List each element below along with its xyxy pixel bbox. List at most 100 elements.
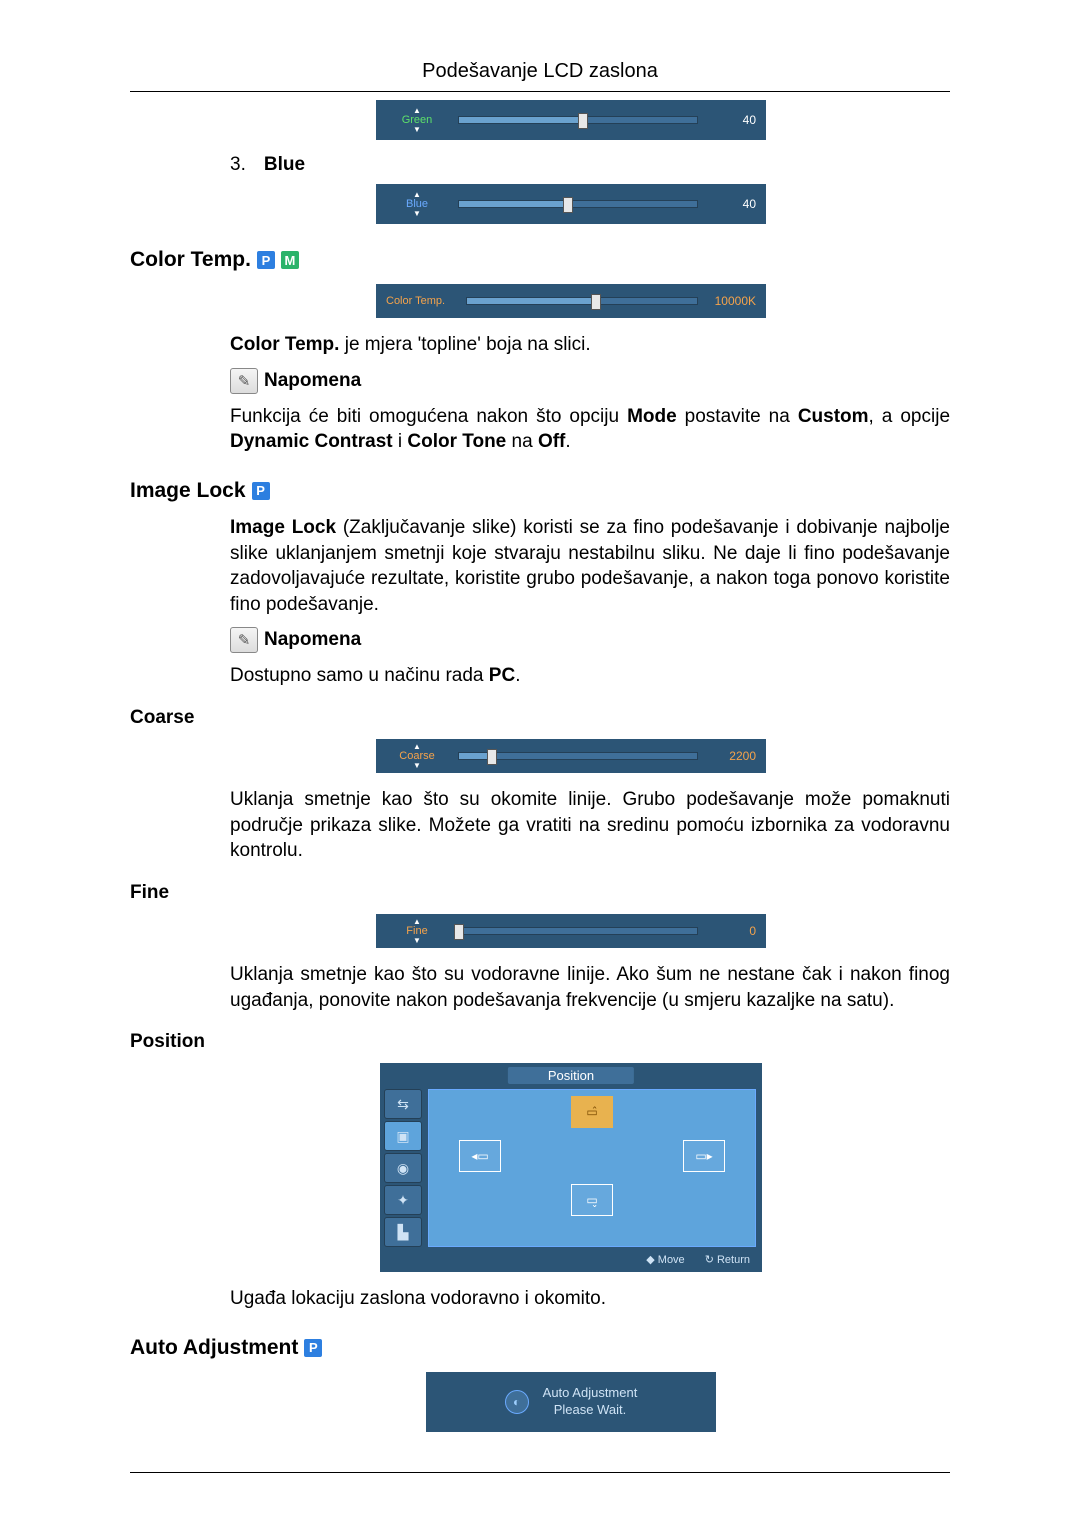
note-icon: ✎	[230, 368, 258, 394]
osd-auto-adjust-box: ◐ Auto Adjustment Please Wait.	[426, 1372, 716, 1432]
badge-m-icon: M	[281, 251, 299, 269]
osd-coarse-value: 2200	[708, 749, 756, 763]
osd-colortemp-fill	[467, 298, 596, 304]
osd-blue-fill	[459, 201, 568, 207]
chevron-down-icon: ▼	[413, 210, 421, 218]
osd-colortemp-track[interactable]	[466, 297, 698, 305]
osd-coarse-thumb[interactable]	[487, 749, 497, 765]
heading-color-temp-text: Color Temp.	[130, 248, 251, 272]
osd-tab-input-icon[interactable]: ⇆	[384, 1089, 422, 1119]
position-down-button[interactable]: ▭̬	[571, 1184, 613, 1216]
note-row-imagelock: ✎ Napomena	[230, 627, 950, 653]
il-note-b1: PC	[489, 665, 515, 686]
chevron-down-icon: ▼	[413, 762, 421, 770]
osd-coarse-track[interactable]	[458, 752, 698, 760]
osd-green-label-col: ▲ Green ▼	[386, 107, 448, 134]
coarse-desc: Uklanja smetnje kao što su okomite linij…	[230, 787, 950, 864]
ct-note-end: .	[565, 431, 570, 452]
osd-green-fill	[459, 117, 583, 123]
ct-note-m1: postavite na	[677, 406, 798, 427]
note-label: Napomena	[264, 629, 361, 651]
osd-blue-track[interactable]	[458, 200, 698, 208]
bottom-rule	[130, 1472, 950, 1473]
note-icon: ✎	[230, 627, 258, 653]
heading-image-lock-text: Image Lock	[130, 479, 246, 503]
osd-blue-label-col: ▲ Blue ▼	[386, 191, 448, 218]
badge-p-icon: P	[252, 482, 270, 500]
osd-side-tabs: ⇆ ▣ ◉ ✦ ▙	[380, 1087, 426, 1249]
position-left-button[interactable]: ◂▭	[459, 1140, 501, 1172]
color-temp-desc-rest: je mjera 'topline' boja na slici.	[339, 334, 590, 355]
osd-colortemp-slider: Color Temp. 10000K	[376, 284, 766, 318]
heading-auto-adjustment: Auto Adjustment P	[130, 1336, 950, 1360]
color-temp-note-text: Funkcija će biti omogućena nakon što opc…	[230, 404, 950, 455]
ct-note-b4: Color Tone	[407, 431, 506, 452]
image-lock-desc: Image Lock (Zaključavanje slike) koristi…	[230, 515, 950, 618]
osd-position-panel: Position ⇆ ▣ ◉ ✦ ▙ ▭̂ ◂▭ ▭▸ ▭̬ ◆ Move	[380, 1063, 762, 1272]
position-up-button[interactable]: ▭̂	[571, 1096, 613, 1128]
osd-green-value: 40	[708, 113, 756, 127]
position-desc: Ugađa lokaciju zaslona vodoravno i okomi…	[230, 1286, 950, 1312]
osd-position-title: Position	[508, 1067, 634, 1084]
osd-footer-return: ↻ Return	[705, 1253, 750, 1266]
page-title: Podešavanje LCD zaslona	[0, 60, 1080, 83]
osd-green-label: Green	[402, 115, 433, 126]
ct-note-a: Funkcija će biti omogućena nakon što opc…	[230, 406, 627, 427]
osd-tab-picture-icon[interactable]: ▣	[384, 1121, 422, 1151]
heading-image-lock: Image Lock P	[130, 479, 950, 503]
ct-note-m3: i	[393, 431, 408, 452]
image-lock-note-text: Dostupno samo u načinu rada PC.	[230, 663, 950, 689]
osd-auto-text: Auto Adjustment Please Wait.	[543, 1385, 638, 1419]
osd-coarse-slider: ▲ Coarse ▼ 2200	[376, 739, 766, 773]
chevron-down-icon: ▼	[413, 126, 421, 134]
note-label: Napomena	[264, 370, 361, 392]
ct-note-b3: Dynamic Contrast	[230, 431, 393, 452]
heading-position: Position	[130, 1031, 950, 1053]
chevron-down-icon: ▼	[413, 937, 421, 945]
osd-position-main: ▭̂ ◂▭ ▭▸ ▭̬	[428, 1089, 756, 1247]
spinner-icon: ◐	[505, 1390, 529, 1414]
fine-desc: Uklanja smetnje kao što su vodoravne lin…	[230, 962, 950, 1013]
heading-fine: Fine	[130, 882, 950, 904]
osd-fine-track[interactable]	[458, 927, 698, 935]
osd-blue-thumb[interactable]	[563, 197, 573, 213]
il-note-end: .	[515, 665, 520, 686]
ct-note-b2: Custom	[798, 406, 869, 427]
il-desc-rest: (Zaključavanje slike) koristi se za fino…	[230, 517, 950, 615]
osd-fine-thumb[interactable]	[454, 924, 464, 940]
osd-tab-sound-icon[interactable]: ◉	[384, 1153, 422, 1183]
osd-coarse-label: Coarse	[399, 751, 434, 762]
list-num: 3.	[230, 154, 246, 176]
osd-colortemp-label: Color Temp.	[386, 295, 456, 307]
position-right-button[interactable]: ▭▸	[683, 1140, 725, 1172]
heading-coarse: Coarse	[130, 707, 950, 729]
color-temp-desc: Color Temp. je mjera 'topline' boja na s…	[230, 332, 950, 358]
osd-colortemp-thumb[interactable]	[591, 294, 601, 310]
note-row-colortemp: ✎ Napomena	[230, 368, 950, 394]
osd-green-slider: ▲ Green ▼ 40	[376, 100, 766, 140]
color-temp-desc-bold: Color Temp.	[230, 334, 339, 355]
ct-note-b1: Mode	[627, 406, 677, 427]
osd-position-footer: ◆ Move ↻ Return	[380, 1249, 762, 1266]
osd-green-thumb[interactable]	[578, 113, 588, 129]
top-rule	[130, 91, 950, 92]
il-note-a: Dostupno samo u načinu rada	[230, 665, 489, 686]
osd-footer-move: ◆ Move	[646, 1253, 684, 1266]
osd-coarse-label-col: ▲ Coarse ▼	[386, 743, 448, 770]
osd-tab-setup-icon[interactable]: ✦	[384, 1185, 422, 1215]
heading-color-temp: Color Temp. P M	[130, 248, 950, 272]
osd-auto-line1: Auto Adjustment	[543, 1385, 638, 1402]
ct-note-m2: , a opcije	[869, 406, 950, 427]
list-label-blue: Blue	[264, 154, 305, 176]
ct-note-m4: na	[506, 431, 538, 452]
osd-tab-multi-icon[interactable]: ▙	[384, 1217, 422, 1247]
osd-blue-value: 40	[708, 197, 756, 211]
osd-blue-label: Blue	[406, 199, 428, 210]
osd-fine-value: 0	[708, 924, 756, 938]
badge-p-icon: P	[304, 1339, 322, 1357]
badge-p-icon: P	[257, 251, 275, 269]
ct-note-b5: Off	[538, 431, 565, 452]
osd-fine-label: Fine	[406, 926, 427, 937]
osd-green-track[interactable]	[458, 116, 698, 124]
osd-position-header: Position	[380, 1063, 762, 1087]
